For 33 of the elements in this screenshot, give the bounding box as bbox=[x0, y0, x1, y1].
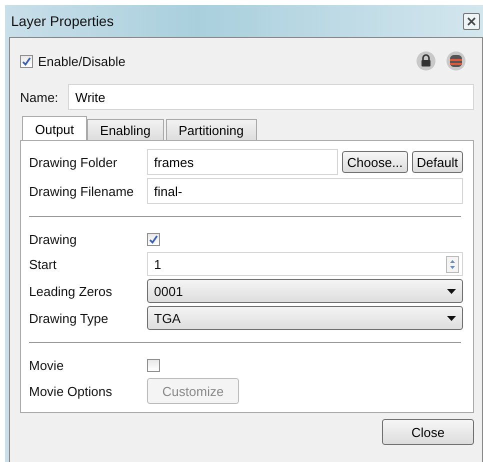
checkbox[interactable] bbox=[147, 232, 160, 246]
dropdown-arrow-icon bbox=[447, 288, 456, 294]
tab[interactable]: Partitioning bbox=[166, 119, 257, 141]
field-label: Drawing Filename bbox=[29, 184, 135, 198]
dropdown[interactable]: 0001 bbox=[147, 279, 463, 303]
field-label: Start bbox=[29, 256, 58, 272]
checkbox[interactable] bbox=[147, 358, 160, 372]
field-label: Leading Zeros bbox=[29, 284, 114, 298]
name-label: Name: bbox=[20, 90, 58, 104]
name-field[interactable]: Write bbox=[68, 84, 474, 110]
button[interactable]: Default bbox=[412, 151, 463, 173]
checkbox[interactable] bbox=[20, 54, 33, 68]
field-label: Drawing Type bbox=[29, 310, 110, 326]
database-icon[interactable] bbox=[446, 51, 466, 71]
text-field[interactable]: final- bbox=[147, 178, 463, 204]
close-button[interactable] bbox=[463, 12, 480, 30]
spinner-field[interactable]: 1 bbox=[147, 252, 463, 276]
field-label: Movie bbox=[29, 358, 65, 372]
field-label: Movie Options bbox=[29, 384, 114, 398]
button[interactable]: Choose... bbox=[342, 151, 408, 173]
dropdown[interactable]: TGA bbox=[147, 306, 463, 330]
field-label: Drawing bbox=[29, 232, 78, 246]
spinner-arrows-icon[interactable] bbox=[446, 256, 459, 272]
text-field[interactable]: frames bbox=[147, 149, 338, 175]
tab[interactable]: Output bbox=[22, 116, 88, 141]
checkbox-label: Enable/Disable bbox=[38, 54, 126, 68]
button[interactable]: Close bbox=[382, 419, 474, 445]
field-label: Drawing Folder bbox=[29, 154, 118, 170]
window-title: Layer Properties bbox=[11, 13, 114, 29]
tab[interactable]: Enabling bbox=[87, 119, 164, 141]
lock-icon[interactable] bbox=[416, 51, 436, 71]
close-icon bbox=[467, 16, 476, 26]
dropdown-arrow-icon bbox=[447, 316, 456, 320]
